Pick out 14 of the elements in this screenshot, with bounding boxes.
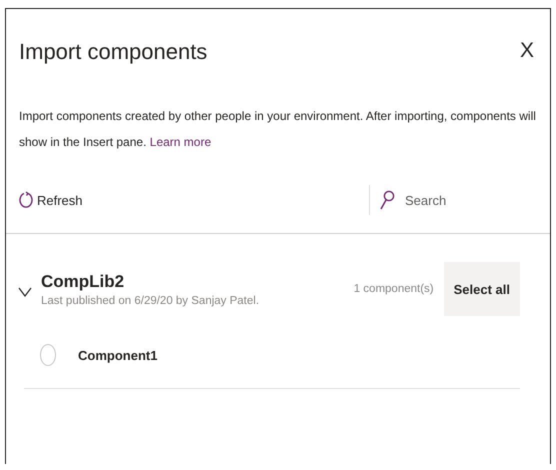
refresh-icon	[19, 191, 33, 209]
search-icon	[380, 190, 395, 210]
radio-button[interactable]	[40, 344, 56, 366]
dialog-title: Import components	[19, 39, 208, 65]
component-count: 1 component(s)	[354, 283, 434, 295]
description-text: Import components created by other people in your environment. After importing, components will show in the Insert pane. Learn more	[19, 108, 536, 151]
chevron-icon[interactable]	[18, 287, 32, 297]
close-button[interactable]: X	[520, 39, 534, 63]
learn-more-link[interactable]: Learn more	[150, 135, 212, 149]
select-all-button[interactable]: Select all	[444, 262, 520, 316]
publish-info: Last published on 6/29/20 by Sanjay Patel.	[41, 294, 260, 306]
library-name: CompLib2	[41, 272, 126, 292]
component-name: Component1	[78, 348, 158, 362]
refresh-button[interactable]: Refresh	[19, 191, 83, 209]
